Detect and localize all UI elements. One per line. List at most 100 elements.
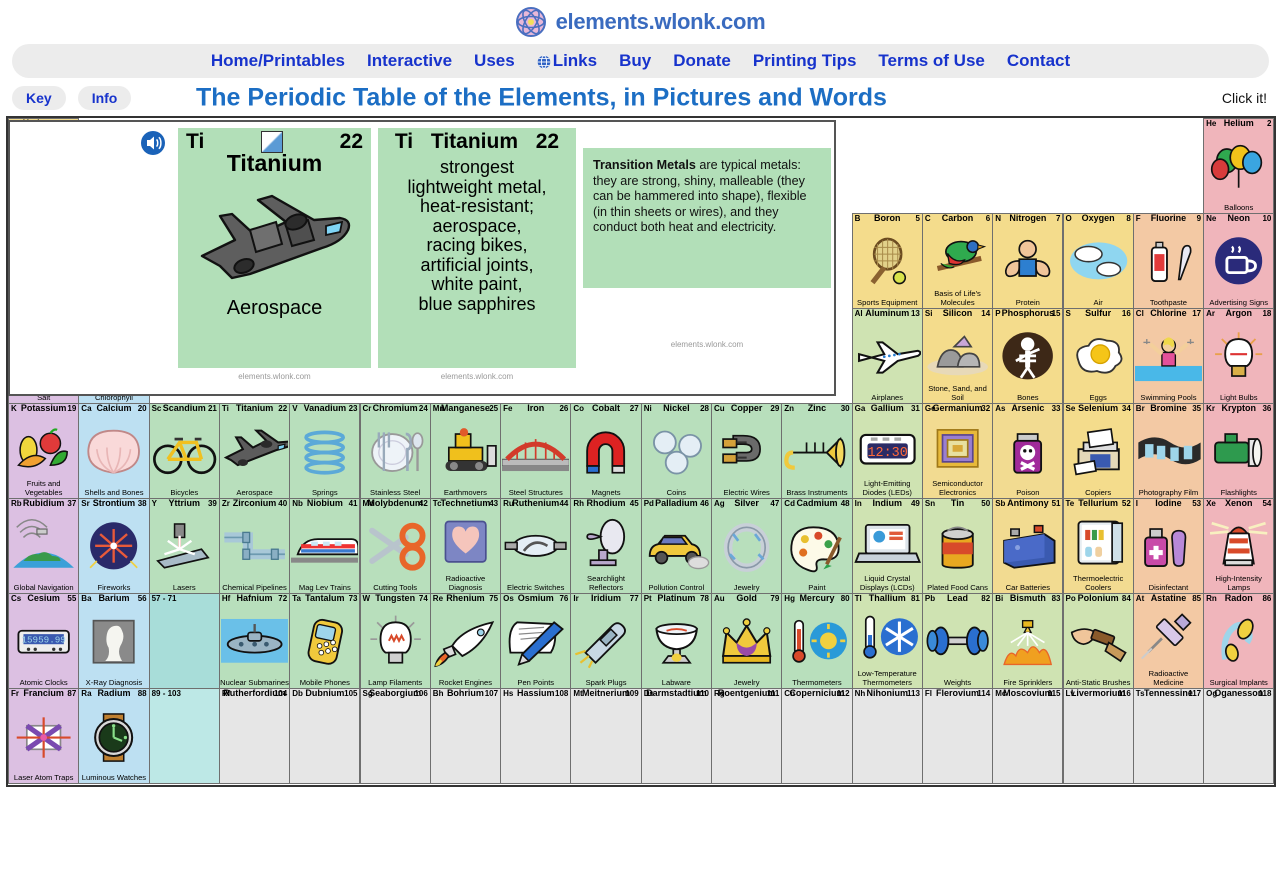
element-use: Chemical Pipelines: [222, 582, 287, 592]
element-cell-y[interactable]: Y 39 Yttrium Lasers: [148, 498, 220, 594]
element-cell-hf[interactable]: Hf 72 Hafnium Nuclear Submarines: [218, 593, 291, 689]
element-cell-at[interactable]: At 85 Astatine Radioactive Medicine: [1132, 593, 1205, 689]
element-cell-se[interactable]: Se 34 Selenium Copiers: [1062, 403, 1134, 499]
element-cell-sg[interactable]: Sg 106 Seaborgium: [359, 688, 431, 784]
element-cell-ge[interactable]: Ge 32 Germanium Semiconductor Electronics: [921, 403, 994, 499]
nav-link-contact[interactable]: Contact: [1007, 51, 1070, 71]
element-cell-zr[interactable]: Zr 40 Zirconium Chemical Pipelines: [218, 498, 291, 594]
element-cell-rf[interactable]: Rf 104 Rutherfordium: [218, 688, 291, 784]
element-cell-hs[interactable]: Hs 108 Hassium: [500, 688, 572, 784]
key-button[interactable]: Key: [12, 86, 66, 110]
element-cell-cl[interactable]: Cl 17 Chlorine Swimming Pools: [1132, 308, 1205, 404]
element-cell-mo[interactable]: Mo 42 Molybdenum Cutting Tools: [359, 498, 431, 594]
element-cell-br[interactable]: Br 35 Bromine Photography Film: [1132, 403, 1205, 499]
element-cell-co[interactable]: Co 27 Cobalt Magnets: [570, 403, 642, 499]
element-cell-re[interactable]: Re 75 Rhenium Rocket Engines: [429, 593, 502, 689]
element-cell-o[interactable]: O 8 Oxygen Air: [1062, 213, 1134, 309]
element-cell-lv[interactable]: Lv 116 Livermorium: [1062, 688, 1134, 784]
element-cell-sc[interactable]: Sc 21 Scandium Bicycles: [148, 403, 220, 499]
element-cell-ir[interactable]: Ir 77 Iridium Spark Plugs: [570, 593, 642, 689]
element-cell-te[interactable]: Te 52 Tellurium Thermoelectric Coolers: [1062, 498, 1134, 594]
element-cell-kr[interactable]: Kr 36 Krypton Flashlights: [1203, 403, 1275, 499]
element-cell-ca[interactable]: Ca 20 Calcium Shells and Bones: [78, 403, 150, 499]
element-cell-cr[interactable]: Cr 24 Chromium Stainless Steel: [359, 403, 431, 499]
element-cell-i[interactable]: I 53 Iodine Disinfectant: [1132, 498, 1205, 594]
element-cell-mn[interactable]: Mn 25 Manganese Earthmovers: [429, 403, 502, 499]
element-cell-ts[interactable]: Ts 117 Tennessine: [1132, 688, 1205, 784]
element-cell-zn[interactable]: Zn 30 Zinc Brass Instruments: [781, 403, 853, 499]
element-cell-bh[interactable]: Bh 107 Bohrium: [429, 688, 502, 784]
element-cell-n[interactable]: N 7 Nitrogen Protein: [992, 213, 1064, 309]
speaker-icon[interactable]: [140, 130, 166, 156]
element-group-placeholder[interactable]: 89 - 103: [148, 688, 220, 784]
element-cell-ga[interactable]: Ga 31 Gallium 12:30 Light-Emitting Diodes (L…: [851, 403, 923, 499]
element-cell-ag[interactable]: Ag 47 Silver Jewelry: [711, 498, 783, 594]
element-cell-ne[interactable]: Ne 10 Neon Advertising Signs: [1203, 213, 1275, 309]
element-group-placeholder[interactable]: 57 - 71: [148, 593, 220, 689]
element-cell-cu[interactable]: Cu 29 Copper Electric Wires: [711, 403, 783, 499]
nav-link-buy[interactable]: Buy: [619, 51, 651, 71]
nav-link-interactive[interactable]: Interactive: [367, 51, 452, 71]
element-cell-nb[interactable]: Nb 41 Niobium Mag Lev Trains: [289, 498, 361, 594]
element-cell-pt[interactable]: Pt 78 Platinum Labware: [640, 593, 712, 689]
element-cell-rh[interactable]: Rh 45 Rhodium Searchlight Reflectors: [570, 498, 642, 594]
element-cell-ta[interactable]: Ta 73 Tantalum Mobile Phones: [289, 593, 361, 689]
element-cell-mt[interactable]: Mt 109 Meitnerium: [570, 688, 642, 784]
element-cell-fl[interactable]: Fl 114 Flerovium: [921, 688, 994, 784]
element-cell-og[interactable]: Og 118 Oganesson: [1203, 688, 1275, 784]
element-cell-ru[interactable]: Ru 44 Ruthenium Electric Switches: [500, 498, 572, 594]
element-cell-p[interactable]: P 15 Phosphorus Bones: [992, 308, 1064, 404]
element-cell-k[interactable]: K 19 Potassium Fruits and Vegetables: [8, 403, 80, 499]
element-cell-rn[interactable]: Rn 86 Radon Surgical Implants: [1203, 593, 1275, 689]
element-cell-ti[interactable]: Ti 22 Titanium Aerospace: [218, 403, 291, 499]
element-cell-mc[interactable]: Mc 115 Moscovium: [992, 688, 1064, 784]
element-cell-al[interactable]: Al 13 Aluminum Airplanes: [851, 308, 923, 404]
element-cell-ba[interactable]: Ba 56 Barium X-Ray Diagnosis: [78, 593, 150, 689]
element-cell-po[interactable]: Po 84 Polonium Anti-Static Brushes: [1062, 593, 1134, 689]
element-cell-bi[interactable]: Bi 83 Bismuth Fire Sprinklers: [992, 593, 1064, 689]
element-cell-xe[interactable]: Xe 54 Xenon High-Intensity Lamps: [1203, 498, 1275, 594]
element-cell-pb[interactable]: Pb 82 Lead Weights: [921, 593, 994, 689]
info-button[interactable]: Info: [77, 86, 132, 110]
element-cell-nh[interactable]: Nh 113 Nihonium: [851, 688, 923, 784]
element-cell-fr[interactable]: Fr 87 Francium Laser Atom Traps: [8, 688, 80, 784]
element-cell-c[interactable]: C 6 Carbon Basis of Life's Molecules: [921, 213, 994, 309]
element-cell-cs[interactable]: Cs 55 Cesium 15959.99 Atomic Clocks: [8, 593, 80, 689]
nav-link-uses[interactable]: Uses: [474, 51, 515, 71]
element-cell-fe[interactable]: Fe 26 Iron Steel Structures: [500, 403, 572, 499]
element-cell-sr[interactable]: Sr 38 Strontium Fireworks: [78, 498, 150, 594]
element-cell-he[interactable]: He 2 Helium Balloons: [1203, 118, 1275, 214]
nav-link-terms-of-use[interactable]: Terms of Use: [878, 51, 984, 71]
element-cell-ar[interactable]: Ar 18 Argon Light Bulbs: [1203, 308, 1275, 404]
element-cell-db[interactable]: Db 105 Dubnium: [289, 688, 361, 784]
nav-link-donate[interactable]: Donate: [673, 51, 731, 71]
element-cell-tl[interactable]: Tl 81 Thallium Low-Temperature Thermometers: [851, 593, 923, 689]
element-cell-cn[interactable]: Cn 112 Copernicium: [781, 688, 853, 784]
element-cell-cd[interactable]: Cd 48 Cadmium Paint: [781, 498, 853, 594]
nav-link-printing-tips[interactable]: Printing Tips: [753, 51, 857, 71]
element-cell-ds[interactable]: Ds 110 Darmstadtium: [640, 688, 712, 784]
element-cell-pd[interactable]: Pd 46 Palladium Pollution Control: [640, 498, 712, 594]
element-cell-as[interactable]: As 33 Arsenic Poison: [992, 403, 1064, 499]
element-cell-ra[interactable]: Ra 88 Radium Luminous Watches: [78, 688, 150, 784]
element-cell-ni[interactable]: Ni 28 Nickel Coins: [640, 403, 712, 499]
element-cell-b[interactable]: B 5 Boron Sports Equipment: [851, 213, 923, 309]
element-cell-sn[interactable]: Sn 50 Tin Plated Food Cans: [921, 498, 994, 594]
element-cell-w[interactable]: W 74 Tungsten Lamp Filaments: [359, 593, 431, 689]
element-cell-rb[interactable]: Rb 37 Rubidium Global Navigation: [8, 498, 80, 594]
nav-link-home-printables[interactable]: Home/Printables: [211, 51, 345, 71]
element-cell-s[interactable]: S 16 Sulfur Eggs: [1062, 308, 1134, 404]
element-cell-v[interactable]: V 23 Vanadium Springs: [289, 403, 361, 499]
element-cell-si[interactable]: Si 14 Silicon Stone, Sand, and Soil: [921, 308, 994, 404]
element-cell-tc[interactable]: Tc 43 Technetium Radioactive Diagnosis: [429, 498, 502, 594]
element-cell-rg[interactable]: Rg 111 Roentgenium: [711, 688, 783, 784]
element-cell-hg[interactable]: Hg 80 Mercury Thermometers: [781, 593, 853, 689]
element-use: Stone, Sand, and Soil: [928, 384, 987, 402]
element-number: 26: [559, 404, 569, 413]
element-cell-sb[interactable]: Sb 51 Antimony Car Batteries: [992, 498, 1064, 594]
element-cell-in[interactable]: In 49 Indium Liquid Crystal Displays (LCDs): [851, 498, 923, 594]
element-cell-f[interactable]: F 9 Fluorine Toothpaste: [1132, 213, 1205, 309]
element-cell-au[interactable]: Au 79 Gold Jewelry: [711, 593, 783, 689]
element-cell-os[interactable]: Os 76 Osmium Pen Points: [500, 593, 572, 689]
nav-link-links[interactable]: Links: [537, 51, 597, 71]
